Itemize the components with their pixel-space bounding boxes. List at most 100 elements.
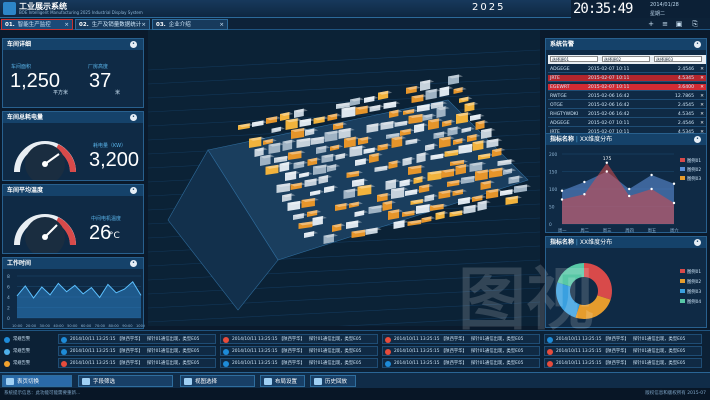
view-select-button[interactable]: 视图选择 <box>180 375 255 387</box>
alarm-name: ADGEGE <box>550 121 570 126</box>
layout-icon[interactable]: ▣ <box>674 19 684 29</box>
add-tab-button[interactable]: + <box>646 19 656 29</box>
alarm-time: 2015-02-07 10:11 <box>588 67 630 72</box>
dismiss-icon[interactable]: ✕ <box>700 66 704 73</box>
legend-label: 图例03 <box>687 288 701 295</box>
event-time: 2014/10/11 13:25:15 <box>70 361 116 366</box>
alarm-row[interactable]: RWTGE 2015-02-06 16:42 12.7865 ✕ <box>548 93 706 100</box>
worktime-panel: 工作时间 • 8 6 4 2 0 10:00 20:00 30:00 40:00 50:00 60:… <box>2 257 145 329</box>
event-source: 【陕西宇华】 <box>279 349 305 354</box>
data-point <box>605 161 608 164</box>
legend-label: 图例01 <box>687 268 701 275</box>
event-message: 探针01通信出现，类型E05 <box>309 349 362 354</box>
panel-title: 系统告警 <box>546 39 706 50</box>
event-message: 探针01通信出现，类型E05 <box>147 337 200 342</box>
layout-settings-button[interactable]: 布局设置 <box>260 375 305 387</box>
alarm-row[interactable]: RHGTYWDKI 2015-02-06 16:42 4.5345 ✕ <box>548 111 706 118</box>
alarm-type-item[interactable]: 常规告警 <box>4 359 56 369</box>
panel-settings-icon[interactable]: • <box>130 41 137 48</box>
x-tick-label: 周三 <box>603 228 612 234</box>
alarm-row[interactable]: ADGEGE 2015-02-07 10:11 2.4546 ✕ <box>548 120 706 127</box>
event-entry[interactable]: 2014/10/11 13:25:15 【陕西宇华】 探针01通信出现，类型E05 <box>544 346 702 356</box>
dismiss-icon[interactable]: ✕ <box>700 120 704 127</box>
x-tick-label: 80:00 <box>108 324 119 328</box>
alarm-row[interactable]: EGEWRT 2015-02-07 10:11 3.6400 ✕ <box>548 84 706 91</box>
panel-title: 车间详细 <box>3 39 143 50</box>
status-icon <box>61 349 67 355</box>
export-icon[interactable]: ⎘ <box>690 19 700 29</box>
event-entry[interactable]: 2014/10/11 13:25:15 【陕西宇华】 探针01通信出现，类型E05 <box>58 358 216 368</box>
y-tick-label: 0 <box>549 222 552 228</box>
panel-settings-icon[interactable]: • <box>694 136 701 143</box>
event-entry[interactable]: 2014/10/11 13:25:15 【陕西宇华】 探针01通信出现，类型E05 <box>220 334 378 344</box>
power-gauge <box>14 141 76 180</box>
alarm-time: 2015-02-07 10:11 <box>588 85 630 90</box>
y-tick-label: 200 <box>549 152 557 158</box>
panel-settings-icon[interactable]: • <box>694 41 701 48</box>
alarm-value: 2.4545 <box>677 103 694 108</box>
field-filter-button[interactable]: 字段筛选 <box>78 375 173 387</box>
event-entry[interactable]: 2014/10/11 13:25:15 【陕西宇华】 探针01通信出现，类型E05 <box>220 346 378 356</box>
x-tick-label: 周四 <box>625 228 634 234</box>
dismiss-icon[interactable]: ✕ <box>700 111 704 118</box>
dismiss-icon[interactable]: ✕ <box>700 75 704 82</box>
alarm-name: JRTE <box>550 76 560 81</box>
event-entry[interactable]: 2014/10/11 13:25:15 【陕西宇华】 探针01通信出现，类型E05 <box>544 358 702 368</box>
tab-production-monitor[interactable]: 01. 智能生产监控 × <box>1 19 73 30</box>
alarm-row[interactable]: ADGEGE 2015-02-07 10:11 2.4546 ✕ <box>548 66 706 73</box>
panel-title: 指标名称 | XX维度分布 <box>546 134 706 145</box>
alarm-type-item[interactable]: 常规告警 <box>4 347 56 357</box>
dismiss-icon[interactable]: ✕ <box>700 102 704 109</box>
legend-swatch <box>680 176 685 180</box>
event-source: 【陕西宇华】 <box>279 361 305 366</box>
panel-settings-icon[interactable]: • <box>694 239 701 246</box>
menu-icon[interactable]: ≡ <box>660 19 670 29</box>
status-icon <box>547 349 553 355</box>
legend-label: 图例02 <box>687 278 701 285</box>
alarm-value: 3.6400 <box>677 85 694 90</box>
panel-settings-icon[interactable]: • <box>130 114 137 121</box>
event-entry[interactable]: 2014/10/11 13:25:15 【陕西宇华】 探针01通信出现，类型E05 <box>220 358 378 368</box>
app-header: 工业展示系统 BOE Intelligent Manufacturing 202… <box>0 0 710 18</box>
data-point <box>628 194 631 198</box>
close-icon: × <box>141 22 146 28</box>
legend-swatch <box>680 167 685 171</box>
dismiss-icon[interactable]: ✕ <box>700 84 704 91</box>
alarm-table-header: 选择源01 选择源02 选择源03 <box>548 55 706 64</box>
layout-icon <box>264 378 272 385</box>
event-log-strip: 常规告警 常规告警 常规告警 2014/10/11 13:25:15 【陕西宇华】… <box>0 330 710 372</box>
y-tick-label: 100 <box>549 187 557 193</box>
alarm-time: 2015-02-07 10:11 <box>588 76 630 81</box>
alarm-time: 2015-02-06 16:42 <box>588 112 630 117</box>
alarm-row[interactable]: OTGE 2015-02-06 16:42 2.4545 ✕ <box>548 102 706 109</box>
source-select-2[interactable]: 选择源02 <box>602 56 650 62</box>
alarm-name: RHGTYWDKI <box>550 112 579 117</box>
panel-settings-icon[interactable]: • <box>130 187 137 194</box>
event-entry[interactable]: 2014/10/11 13:25:15 【陕西宇华】 探针01通信出现，类型E05 <box>382 358 540 368</box>
min-button[interactable] <box>674 3 684 11</box>
alarm-type-list: 常规告警 常规告警 常规告警 <box>2 333 58 371</box>
view-icon <box>184 378 192 385</box>
event-entry[interactable]: 2014/10/11 13:25:15 【陕西宇华】 探针01通信出现，类型E05 <box>58 334 216 344</box>
event-time: 2014/10/11 13:25:15 <box>394 349 440 354</box>
data-point <box>583 193 586 196</box>
alarm-row[interactable]: JRTE 2015-02-07 10:11 4.5345 ✕ <box>548 75 706 82</box>
switch-sheet-button[interactable]: 表页切换 <box>2 375 72 387</box>
power-value: 3,200 <box>89 149 140 171</box>
tab-company-intro[interactable]: 03. 企业介绍 × <box>152 19 228 30</box>
source-select-3[interactable]: 选择源03 <box>654 56 702 62</box>
source-select-1[interactable]: 选择源01 <box>550 56 598 62</box>
event-time: 2014/10/11 13:25:15 <box>394 337 440 342</box>
panel-title: 工作时间 <box>3 258 143 269</box>
panel-settings-icon[interactable]: • <box>130 260 137 267</box>
event-entry[interactable]: 2014/10/11 13:25:15 【陕西宇华】 探针01通信出现，类型E05 <box>58 346 216 356</box>
event-source: 【陕西宇华】 <box>603 361 629 366</box>
alarm-type-item[interactable]: 常规告警 <box>4 335 56 345</box>
tab-production-stats[interactable]: 02. 生产及销量数据统计 × <box>75 19 150 30</box>
temperature-panel: 车间平均温度 • 中间电机温度 26 °C <box>2 184 144 254</box>
event-entry[interactable]: 2014/10/11 13:25:15 【陕西宇华】 探针01通信出现，类型E05 <box>382 346 540 356</box>
temperature-unit: °C <box>109 231 120 241</box>
history-replay-button[interactable]: 历史回放 <box>310 375 356 387</box>
dismiss-icon[interactable]: ✕ <box>700 93 704 100</box>
event-source: 【陕西宇华】 <box>603 349 629 354</box>
